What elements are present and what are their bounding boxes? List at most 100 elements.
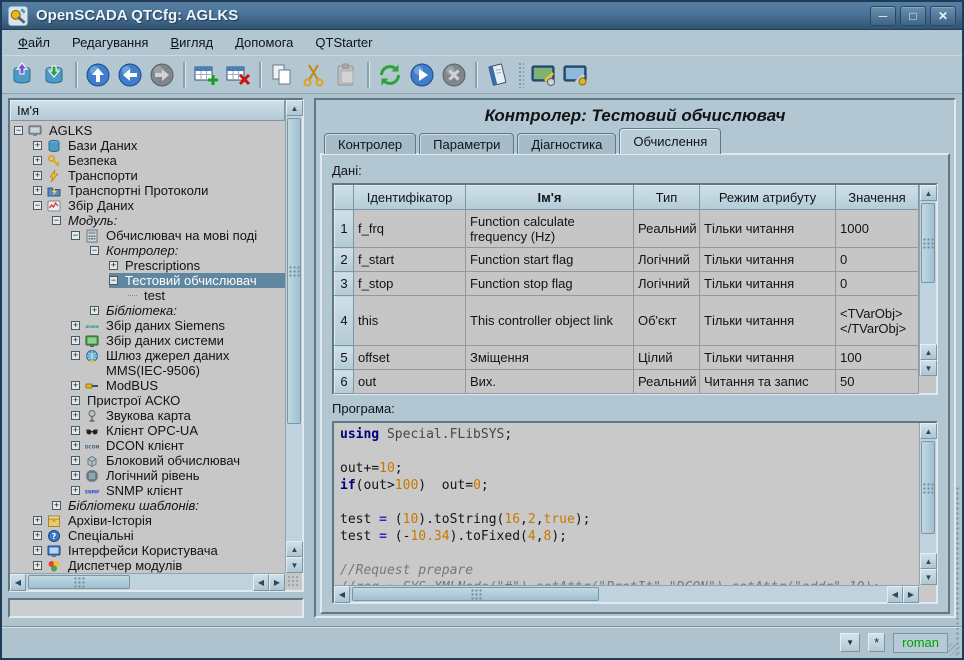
tree-item[interactable]: +Диспетчер модулів [33,558,285,573]
go-up-button[interactable] [82,59,114,91]
scroll-up-icon[interactable]: ▲ [286,100,303,116]
row-number-header[interactable]: 6 [335,370,354,394]
row-number-header[interactable]: 1 [335,210,354,248]
tree-filter-input[interactable] [8,598,304,618]
code-hscrollbar[interactable]: ◀ ◀ ▶ [334,585,919,602]
cell-value[interactable]: 0 [836,272,919,296]
qtstarter-config-button[interactable] [560,59,592,91]
expander-icon[interactable]: + [71,486,80,495]
expander-icon[interactable]: + [71,381,80,390]
row-number-header[interactable]: 4 [335,296,354,346]
cell-value[interactable]: 50 [836,370,919,394]
tree-item[interactable]: +Prescriptions [109,258,285,273]
expander-icon[interactable]: + [33,516,42,525]
cell-value[interactable]: 100 [836,346,919,370]
cell-type[interactable]: Логічний [634,272,700,296]
cell-attr-mode[interactable]: Тільки читання [700,210,836,248]
scroll-track[interactable] [350,586,887,602]
scroll-left-icon[interactable]: ◀ [887,586,903,603]
tree-header[interactable]: Ім'я [10,100,285,121]
tree-item[interactable]: +DCONDCON клієнт [71,438,285,453]
cell-identifier[interactable]: out [354,370,466,394]
expander-icon[interactable]: + [71,396,80,405]
cell-attr-mode[interactable]: Тільки читання [700,346,836,370]
expander-icon[interactable]: − [90,246,99,255]
tree-item[interactable]: +Шлюз джерел даних MMS(IEC-9506) [71,348,285,378]
tree-item[interactable]: +Бази Даних [33,138,285,153]
load-from-db-button[interactable] [6,59,38,91]
tab-diagnostics[interactable]: Діагностика [517,133,616,154]
tab-calculation[interactable]: Обчислення [619,128,721,154]
expander-icon[interactable]: + [71,321,80,330]
scroll-up-icon[interactable]: ▲ [920,423,937,439]
tree-item[interactable]: +Клієнт OPC-UA [71,423,285,438]
tab-parameters[interactable]: Параметри [419,133,514,154]
tree-item[interactable]: +?Спеціальні [33,528,285,543]
expander-icon[interactable]: − [71,231,80,240]
delete-item-button[interactable] [222,59,254,91]
expander-icon[interactable]: + [33,531,42,540]
row-number-header[interactable]: 3 [335,272,354,296]
row-number-header[interactable]: 5 [335,346,354,370]
scroll-thumb[interactable] [287,118,301,424]
tree-item[interactable]: +Бібліотека: [90,303,285,318]
scroll-up-icon[interactable]: ▲ [286,541,303,557]
expander-icon[interactable]: + [71,441,80,450]
expander-icon[interactable]: + [71,411,80,420]
save-to-db-button[interactable] [38,59,70,91]
menu-help[interactable]: Допомога [227,32,301,53]
menu-qtstarter[interactable]: QTStarter [307,32,380,53]
tree-item[interactable]: +SIEMENSЗбір даних Siemens [71,318,285,333]
scroll-thumb[interactable] [28,575,130,589]
tree-item[interactable]: +Транспорти [33,168,285,183]
tree-item[interactable]: +Пристрої АСКО [71,393,285,408]
col-name[interactable]: Ім'я [466,186,634,210]
tree-item[interactable]: +Архіви-Історія [33,513,285,528]
star-button[interactable]: * [868,633,885,652]
scroll-track[interactable] [920,439,936,553]
tree-item[interactable]: +Збір даних системи [71,333,285,348]
cell-name[interactable]: Зміщення [466,346,634,370]
scroll-thumb[interactable] [352,587,599,601]
title-bar[interactable]: OpenSCADA QTCfg: AGLKS ─ □ ✕ [2,2,962,30]
scroll-up-icon[interactable]: ▲ [920,553,937,569]
cell-type[interactable]: Реальний [634,370,700,394]
cell-attr-mode[interactable]: Тільки читання [700,248,836,272]
expander-icon[interactable]: + [33,156,42,165]
expander-icon[interactable]: + [52,501,61,510]
expander-icon[interactable]: − [14,126,23,135]
tree-item[interactable]: +Інтерфейси Користувача [33,543,285,558]
table-vscrollbar[interactable]: ▲ ▲ ▼ [919,185,936,376]
tree-item[interactable]: −Обчислювач на мові поді [71,228,285,243]
cell-name[interactable]: Function stop flag [466,272,634,296]
cell-attr-mode[interactable]: Тільки читання [700,296,836,346]
expander-icon[interactable]: + [71,351,80,360]
tree-item[interactable]: −Збір Даних [33,198,285,213]
col-identifier[interactable]: Ідентифікатор [354,186,466,210]
scroll-track[interactable] [920,201,936,344]
expander-icon[interactable]: + [33,171,42,180]
expander-icon[interactable]: + [33,546,42,555]
scroll-thumb[interactable] [921,203,935,283]
expander-icon[interactable]: + [109,261,118,270]
maximize-button[interactable]: □ [900,6,926,26]
tree-item[interactable]: +Звукова карта [71,408,285,423]
code-area[interactable]: using Special.FLibSYS; out+=10;if(out>10… [334,423,919,585]
cell-attr-mode[interactable]: Читання та запис [700,370,836,394]
scroll-left-icon[interactable]: ◀ [334,586,350,603]
expander-icon[interactable]: + [71,471,80,480]
scroll-track[interactable] [286,116,302,541]
scroll-up-icon[interactable]: ▲ [920,344,937,360]
scroll-up-icon[interactable]: ▲ [920,185,937,201]
manual-button[interactable] [482,59,514,91]
expander-icon[interactable]: − [109,276,118,285]
expander-icon[interactable]: + [33,141,42,150]
language-dropdown[interactable]: ▼ [840,633,860,652]
cell-type[interactable]: Логічний [634,248,700,272]
resize-grip[interactable] [947,643,960,656]
cell-type[interactable]: Об'єкт [634,296,700,346]
tree-item[interactable]: −Тестовий обчислювач [109,273,285,288]
row-number-header[interactable]: 2 [335,248,354,272]
code-vscrollbar[interactable]: ▲ ▲ ▼ [919,423,936,585]
tree-item[interactable]: +Безпека [33,153,285,168]
